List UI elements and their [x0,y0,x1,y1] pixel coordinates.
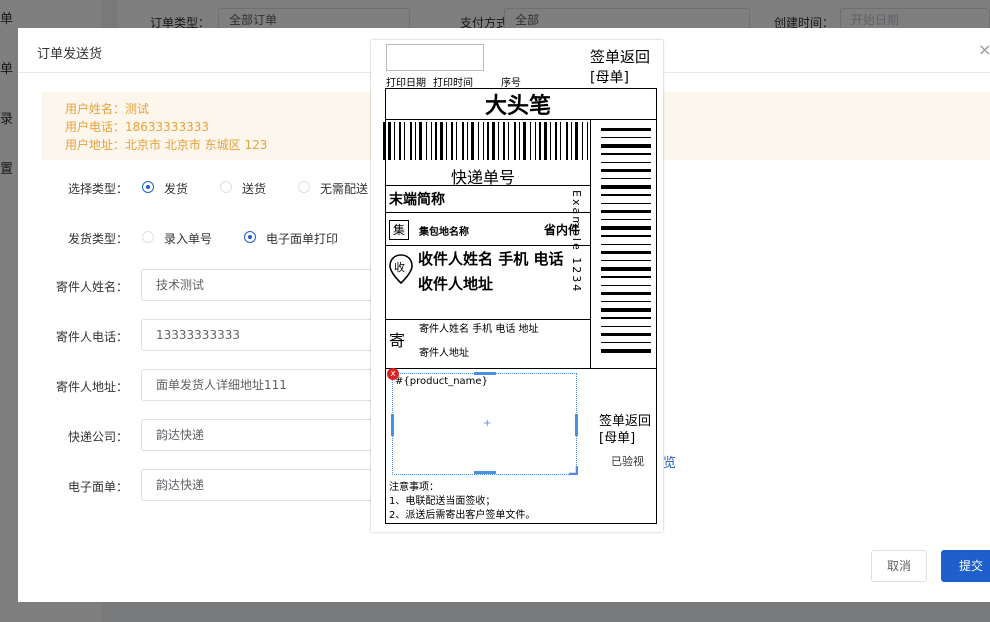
center-mark: + [483,418,492,429]
sender-address-input[interactable]: 面单发货人详细地址111 [141,369,381,401]
radio-eslip-print-label[interactable]: 电子面单打印 [266,230,338,247]
user-address-text: 用户地址：北京市 北京市 东城区 123 [65,138,268,152]
sender-info-line1: 寄件人姓名 手机 电话 地址 [419,324,539,335]
resize-handle-top[interactable] [474,372,496,375]
resize-corner-handle[interactable] [569,466,578,475]
receiver-info-line2: 收件人地址 [418,275,494,293]
user-name-text: 用户姓名：测试 [65,102,150,116]
product-selection-box[interactable]: + [391,372,578,475]
waybill-preview: 签单返回 [母单] 打印日期 打印时间 序号 大头笔 快递单号 末端简称 集 集… [371,40,663,532]
resize-handle-left[interactable] [391,414,394,436]
print-time-text: 打印时间 [433,78,473,89]
radio-ship[interactable] [142,181,154,193]
note-2: 2、派送后需寄出客户签单文件。 [389,510,536,521]
sender-name-input[interactable]: 技术测试 [141,269,381,301]
big-pen-text: 大头笔 [485,94,552,119]
radio-deliver[interactable] [220,181,232,193]
sender-address-label: 寄件人地址： [55,380,128,394]
sign-return-text: 签单返回 [590,48,651,66]
terminal-short-text: 末端简称 [389,192,445,208]
close-icon[interactable]: × [978,40,990,59]
send-icon: 寄 [389,331,406,350]
print-date-text: 打印日期 [386,78,426,89]
radio-manual-number-label[interactable]: 录入单号 [164,230,212,247]
inspected-text: 已验视 [611,455,644,468]
receiver-info-line1: 收件人姓名 手机 电话 [418,250,564,268]
sender-phone-label: 寄件人电话： [55,330,128,344]
sender-phone-input[interactable]: 13333333333 [141,319,381,351]
collect-icon: 集 [389,220,409,240]
mother-slip-text-2: [母单] [599,431,636,446]
mother-slip-text: [母单] [590,70,629,86]
select-type-label: 选择类型： [67,182,128,196]
radio-manual-number[interactable] [142,231,154,243]
radio-no-delivery-label[interactable]: 无需配送 [320,180,368,197]
serial-text: 序号 [501,78,521,89]
product-name-placeholder: #{product_name} [395,376,488,387]
eslip-label: 电子面单： [67,480,128,494]
dialog-title: 订单发送货 [37,47,103,62]
note-1: 1、电联配送当面签收； [389,496,496,507]
radio-eslip-print[interactable] [244,231,256,243]
collect-name-text: 集包地名称 [419,227,469,238]
courier-company-label: 快递公司： [67,430,128,444]
radio-deliver-label[interactable]: 送货 [242,180,266,197]
courier-logo-image [386,44,484,71]
vertical-barcode [601,128,651,353]
notes-title: 注意事项： [389,482,439,493]
submit-button[interactable]: 提交 [941,550,990,582]
user-phone-text: 用户电话：18633333333 [65,120,209,134]
courier-company-select[interactable]: 韵达快递 [141,419,381,451]
cancel-button[interactable]: 取消 [871,550,927,582]
resize-handle-right[interactable] [575,414,578,436]
resize-handle-bottom[interactable] [474,471,496,474]
vertical-code-text: Example 1234 [570,190,583,294]
tracking-barcode [383,122,588,160]
radio-no-delivery[interactable] [298,181,310,193]
sender-info-line2: 寄件人地址 [419,348,469,359]
ship-type-label: 发货类型： [67,232,128,246]
eslip-select[interactable]: 韵达快递 [141,469,381,501]
sender-name-label: 寄件人姓名： [55,280,128,294]
receive-icon: 收 [394,261,405,274]
radio-ship-label[interactable]: 发货 [164,180,188,197]
